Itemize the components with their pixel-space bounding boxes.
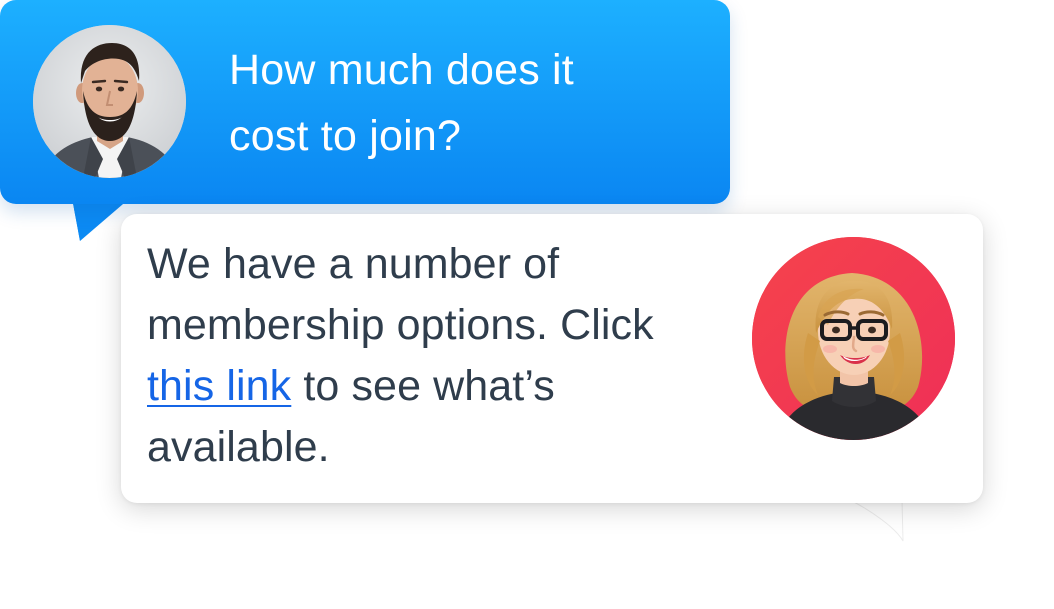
agent-message-text: We have a number of membership options. … — [147, 234, 737, 478]
woman-cartoon-avatar-icon — [752, 237, 955, 440]
agent-message-text-before-link: We have a number of membership options. … — [147, 240, 654, 349]
chat-conversation: How much does it cost to join? We have a … — [0, 0, 1054, 609]
membership-options-link[interactable]: this link — [147, 362, 291, 410]
agent-avatar — [752, 237, 955, 440]
